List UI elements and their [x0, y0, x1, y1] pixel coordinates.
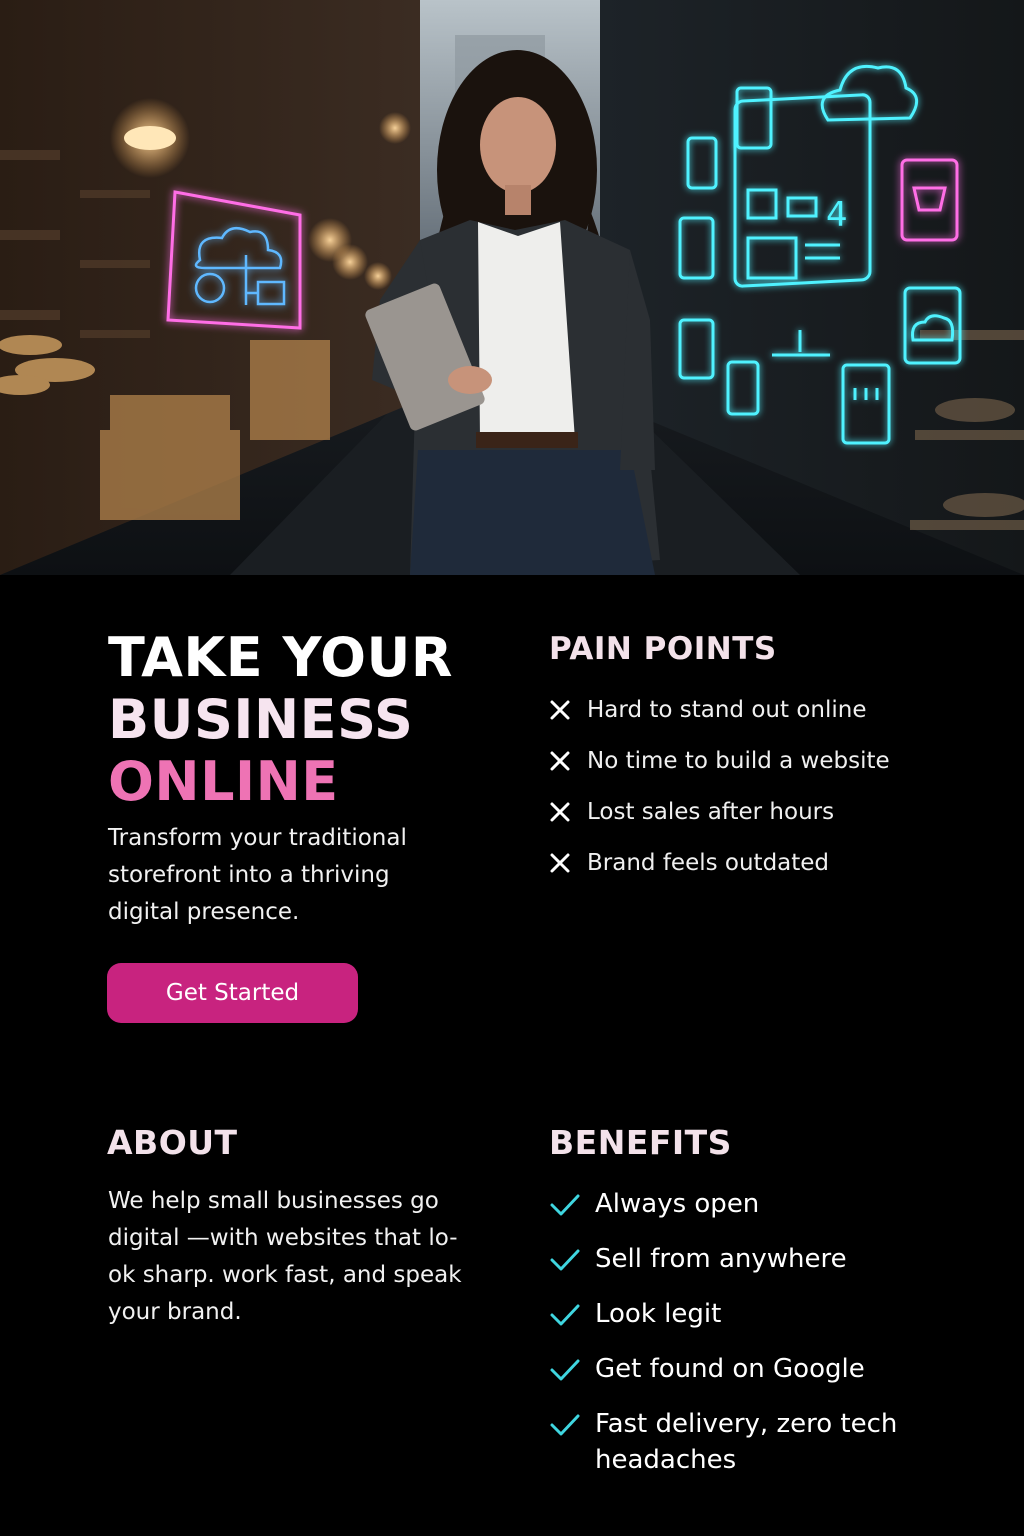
check-icon: [550, 1359, 580, 1381]
benefit-text: Always open: [595, 1189, 760, 1219]
benefits-list: Always open Sell from anywhere Look legi…: [549, 1186, 949, 1497]
benefit-item: Look legit: [549, 1296, 949, 1332]
pain-point-text: Lost sales after hours: [587, 799, 835, 825]
pain-point-text: No time to build a website: [587, 748, 890, 774]
benefit-item: Sell from anywhere: [549, 1241, 949, 1277]
pain-point-item: Hard to stand out online: [548, 693, 890, 744]
get-started-button[interactable]: Get Started: [107, 963, 358, 1023]
benefit-item: Get found on Google: [549, 1351, 949, 1387]
about-title: ABOUT: [107, 1123, 238, 1162]
x-mark-icon: [550, 751, 570, 771]
pain-points-title: PAIN POINTS: [549, 631, 777, 667]
x-mark-icon: [550, 853, 570, 873]
benefit-text: Look legit: [595, 1299, 722, 1329]
benefit-item: Always open: [549, 1186, 949, 1222]
headline-line-3: ONLINE: [108, 750, 339, 813]
pain-point-text: Hard to stand out online: [587, 697, 867, 723]
pain-point-item: Lost sales after hours: [548, 795, 890, 846]
check-icon: [550, 1304, 580, 1326]
content-section: TAKE YOUR BUSINESS ONLINE Transform your…: [0, 575, 1024, 1536]
benefit-text: Get found on Google: [595, 1354, 865, 1384]
x-mark-icon: [550, 802, 570, 822]
pain-point-item: Brand feels outdated: [548, 846, 890, 897]
pain-point-text: Brand feels outdated: [587, 850, 830, 876]
check-icon: [550, 1249, 580, 1271]
hero-image: 4: [0, 0, 1024, 575]
benefit-text: Fast delivery, zero tech headaches: [595, 1409, 898, 1475]
headline-line-2: BUSINESS: [108, 688, 414, 751]
x-mark-icon: [550, 700, 570, 720]
headline: TAKE YOUR BUSINESS ONLINE: [108, 627, 453, 813]
benefit-text: Sell from anywhere: [595, 1244, 847, 1274]
check-icon: [550, 1414, 580, 1436]
check-icon: [550, 1194, 580, 1216]
pain-points-list: Hard to stand out online No time to buil…: [548, 693, 890, 897]
monitor-number: 4: [826, 195, 848, 235]
benefit-item: Fast delivery, zero tech headaches: [549, 1406, 949, 1478]
subtitle: Transform your traditional storefront in…: [108, 825, 407, 925]
about-text: We help small businesses go digital —wit…: [108, 1188, 462, 1325]
pain-point-item: No time to build a website: [548, 744, 890, 795]
headline-line-1: TAKE YOUR: [108, 626, 453, 689]
benefits-title: BENEFITS: [549, 1123, 732, 1162]
